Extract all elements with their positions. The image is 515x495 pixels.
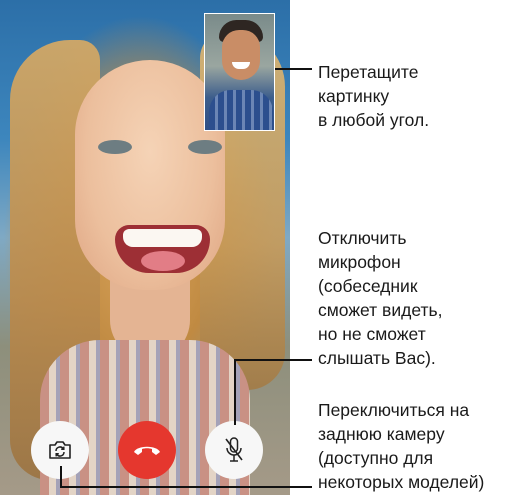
remote-video-smile (115, 225, 210, 273)
callout-line-mute (234, 359, 312, 361)
microphone-muted-icon (225, 437, 243, 462)
end-call-button[interactable] (118, 421, 176, 479)
callout-switch-camera: Переключиться на заднюю камеру (доступно… (318, 400, 485, 492)
remote-video-teeth (123, 229, 202, 247)
facetime-call-screen (0, 0, 290, 495)
self-view-face (222, 30, 260, 80)
self-view-shirt (209, 90, 273, 130)
callout-line-mute (234, 359, 236, 425)
callout-drag-picture: Перетащите картинку в любой угол. (318, 62, 430, 130)
mute-button[interactable] (205, 421, 263, 479)
self-view-thumbnail[interactable] (204, 13, 275, 131)
callout-line-drag (275, 68, 312, 70)
remote-video-eye (98, 140, 132, 154)
callout-mute: Отключить микрофон (собеседник сможет ви… (318, 228, 443, 368)
camera-flip-icon (49, 441, 71, 459)
remote-video-tongue (141, 251, 185, 271)
remote-video-eye (188, 140, 222, 154)
callout-line-flip (60, 486, 312, 488)
phone-hangup-icon (134, 446, 160, 455)
callout-line-flip (60, 466, 62, 487)
